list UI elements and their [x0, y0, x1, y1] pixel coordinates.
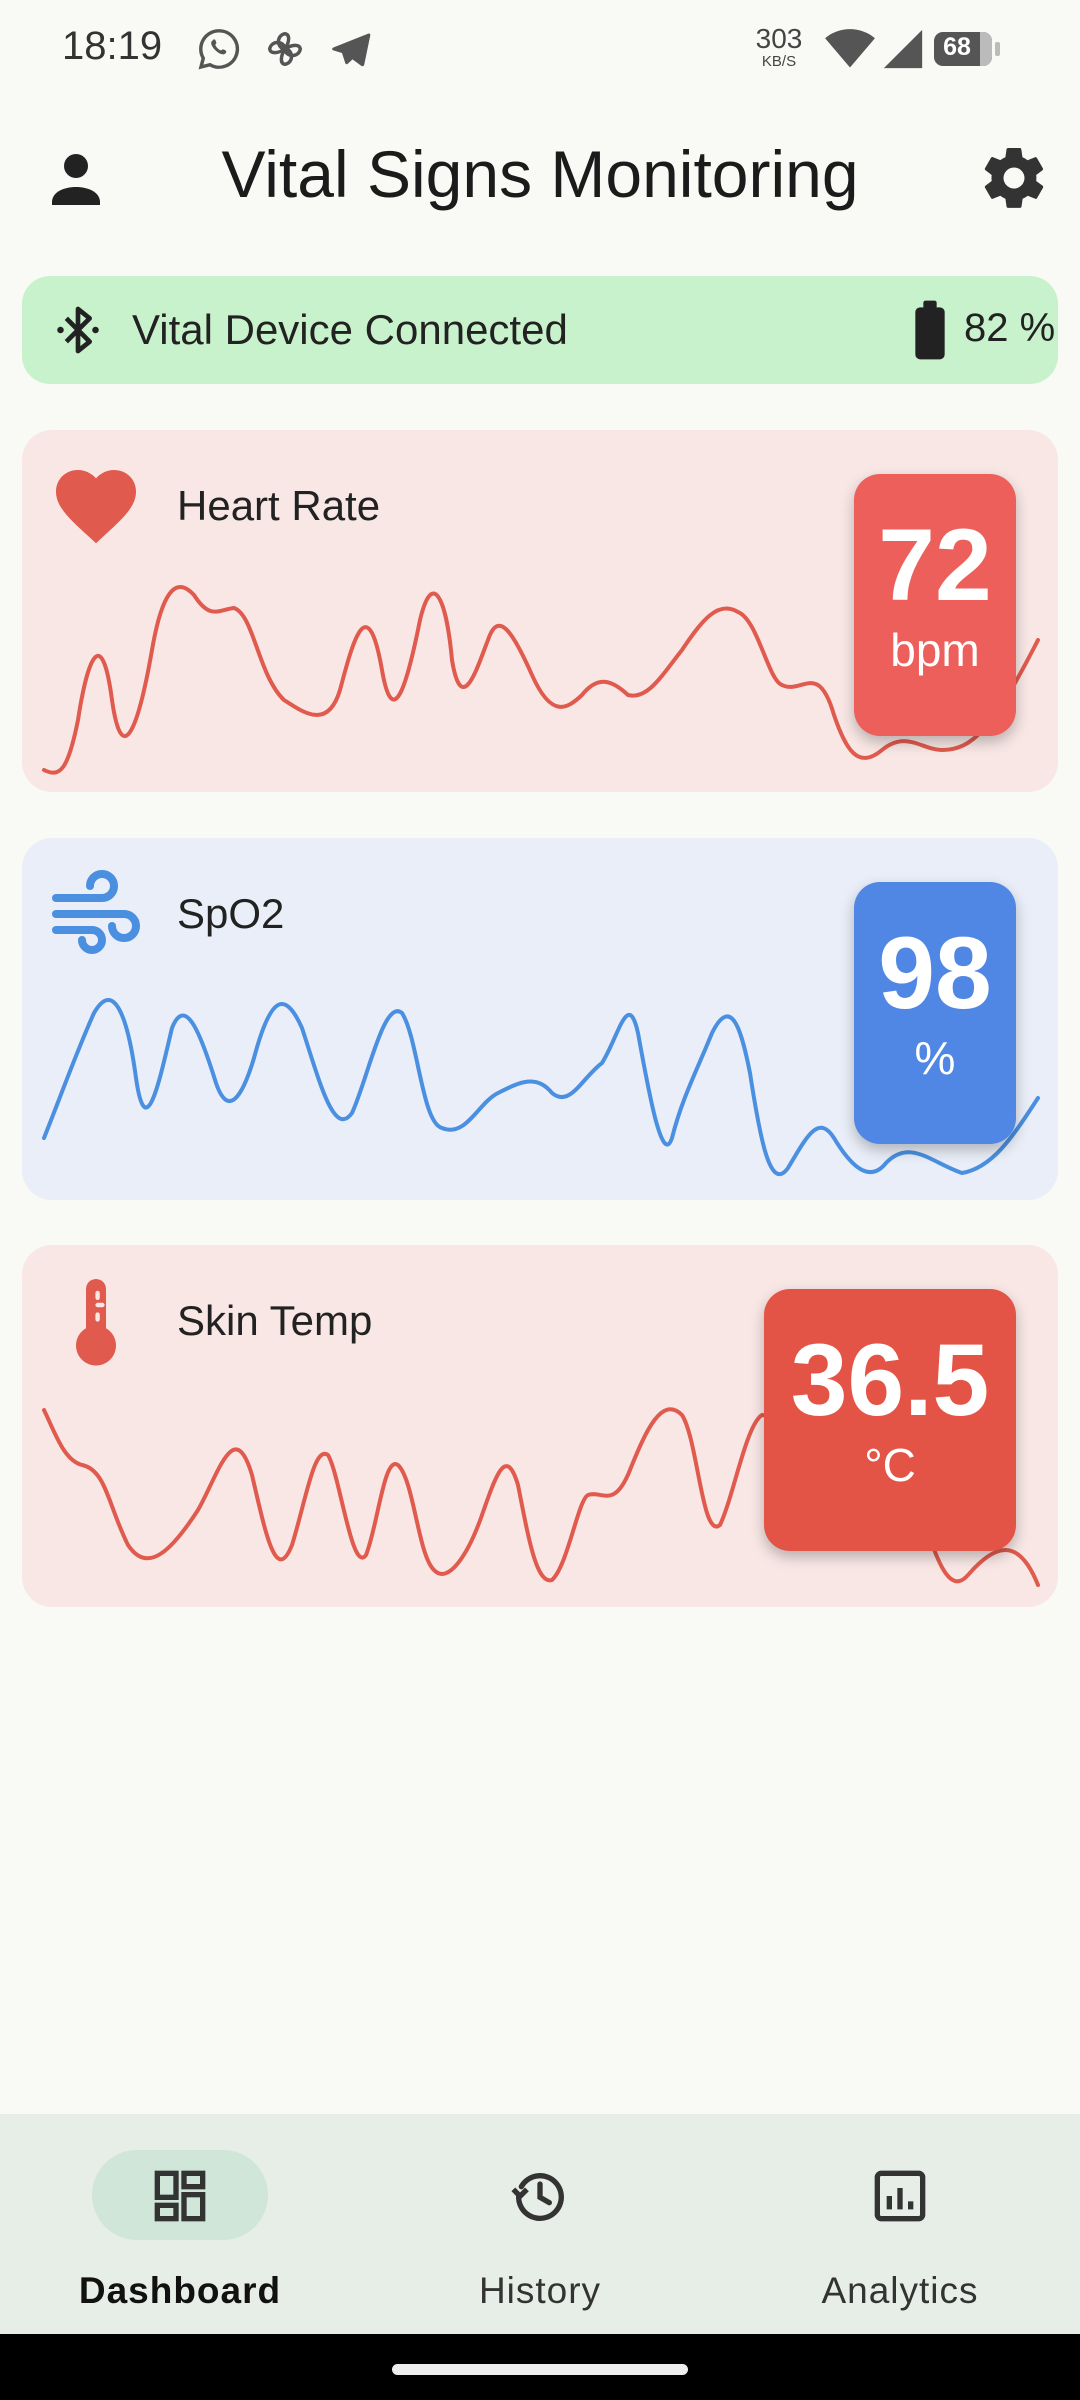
wind-icon [52, 870, 140, 954]
nav-item-analytics[interactable]: Analytics [720, 2114, 1080, 2334]
spo2-badge: 98 % [854, 882, 1016, 1144]
spo2-card[interactable]: SpO2 98 % [22, 838, 1058, 1200]
history-icon [511, 2173, 564, 2222]
heart-rate-card[interactable]: Heart Rate 72 bpm [22, 430, 1058, 792]
network-speed-unit: KB/S [761, 53, 797, 70]
heart-rate-unit: bpm [890, 624, 980, 676]
analytics-icon [874, 2170, 926, 2222]
network-speed: 303 KB/S [748, 24, 810, 70]
bluetooth-icon [57, 306, 99, 354]
person-icon[interactable] [40, 142, 112, 214]
status-time: 18:19 [62, 24, 163, 68]
app-bar: Vital Signs Monitoring [0, 110, 1080, 240]
page-title: Vital Signs Monitoring [221, 137, 859, 211]
spo2-value: 98 [878, 916, 992, 1030]
nav-item-dashboard[interactable]: Dashboard [0, 2114, 360, 2334]
home-indicator[interactable] [392, 2364, 688, 2375]
device-battery-icon [915, 300, 945, 360]
nav-label-history: History [478, 2270, 602, 2311]
network-speed-value: 303 [755, 23, 803, 54]
device-status-bar: Vital Device Connected 82 % [22, 276, 1058, 384]
thermometer-icon [76, 1279, 116, 1366]
skin-temp-unit: °C [864, 1439, 916, 1491]
spo2-label: SpO2 [177, 890, 285, 937]
nav-label-dashboard: Dashboard [78, 2270, 282, 2311]
telegram-icon [332, 33, 371, 67]
skin-temp-badge: 36.5 °C [764, 1289, 1016, 1551]
heart-rate-value: 72 [878, 508, 992, 622]
dashboard-icon [154, 2170, 206, 2222]
battery-icon: 68 [934, 32, 1000, 66]
skin-temp-label: Skin Temp [177, 1297, 373, 1344]
heart-rate-badge: 72 bpm [854, 474, 1016, 736]
whatsapp-icon [198, 29, 240, 70]
pinwheel-icon [267, 31, 303, 67]
bottom-navigation: Dashboard History Analytics [0, 2114, 1080, 2334]
battery-level: 68 [943, 33, 971, 61]
nav-label-analytics: Analytics [821, 2270, 979, 2311]
spo2-unit: % [914, 1032, 956, 1084]
gear-icon[interactable] [978, 142, 1050, 214]
heart-rate-label: Heart Rate [177, 482, 381, 529]
skin-temp-value: 36.5 [790, 1323, 990, 1437]
heart-icon [56, 470, 136, 544]
nav-item-history[interactable]: History [360, 2114, 720, 2334]
status-bar: 18:19 303 KB/S 68 [0, 0, 1080, 100]
device-battery-text: 82 % [964, 306, 1056, 350]
wifi-icon [825, 29, 875, 68]
skin-temp-card[interactable]: Skin Temp 36.5 °C [22, 1245, 1058, 1607]
gesture-bar [0, 2334, 1080, 2400]
signal-icon [883, 29, 923, 69]
device-status-text: Vital Device Connected [132, 306, 568, 353]
